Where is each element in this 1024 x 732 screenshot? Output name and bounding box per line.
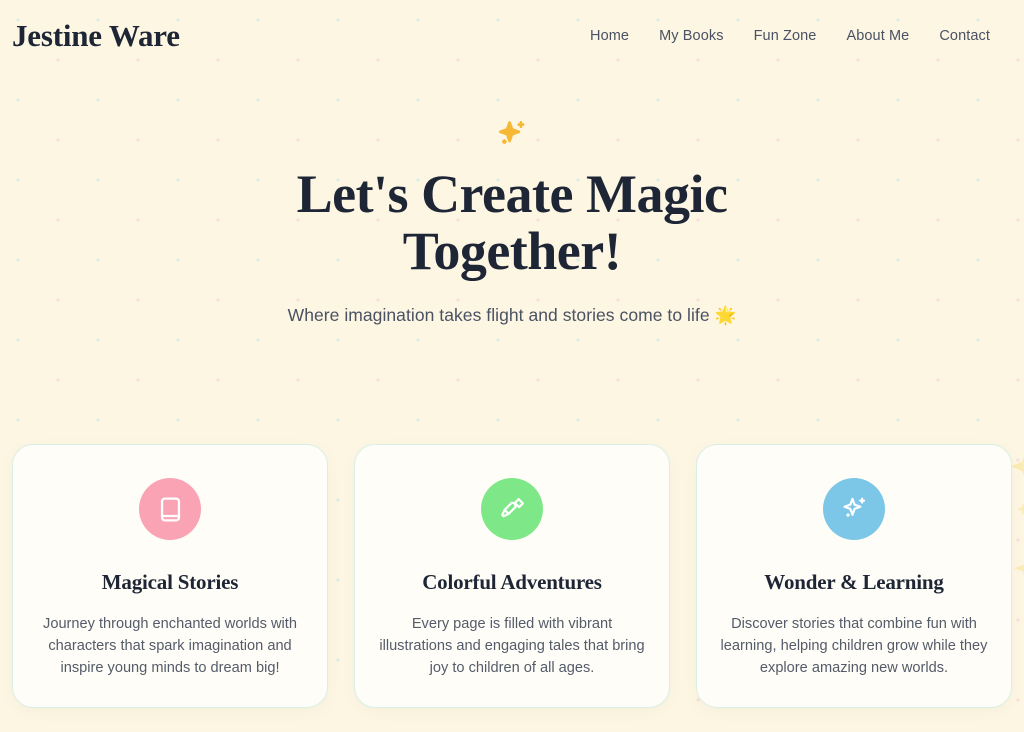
main-navigation: Home My Books Fun Zone About Me Contact <box>590 28 990 44</box>
card-title: Magical Stories <box>101 570 239 594</box>
book-icon <box>139 478 201 540</box>
paintbrush-icon <box>481 478 543 540</box>
hero-subtitle: Where imagination takes flight and stori… <box>287 305 737 326</box>
card-description: Discover stories that combine fun with l… <box>720 616 988 677</box>
page-root: Jestine Ware Home My Books Fun Zone Abou… <box>0 0 1024 732</box>
hero-title: Let's Create Magic Together! <box>202 164 822 282</box>
hero-sparkles-icon <box>0 118 1024 152</box>
feature-card-wonder-learning[interactable]: Wonder & Learning Discover stories that … <box>696 444 1012 708</box>
nav-item-fun-zone[interactable]: Fun Zone <box>754 28 817 44</box>
card-title: Colorful Adventures <box>422 570 602 594</box>
nav-item-about-me[interactable]: About Me <box>846 28 909 44</box>
nav-item-my-books[interactable]: My Books <box>659 28 723 44</box>
site-header: Jestine Ware Home My Books Fun Zone Abou… <box>0 0 1024 72</box>
sparkles-icon <box>823 478 885 540</box>
feature-card-magical-stories[interactable]: Magical Stories Journey through enchante… <box>12 444 328 708</box>
feature-card-colorful-adventures[interactable]: Colorful Adventures Every page is filled… <box>354 444 670 708</box>
brand-logo[interactable]: Jestine Ware <box>12 18 180 54</box>
card-title: Wonder & Learning <box>764 570 944 594</box>
nav-item-contact[interactable]: Contact <box>939 28 990 44</box>
feature-cards: Magical Stories Journey through enchante… <box>0 444 1024 708</box>
card-description: Every page is filled with vibrant illust… <box>379 616 645 677</box>
hero-title-line-1: Let's Create Magic <box>296 164 728 224</box>
hero-section: Let's Create Magic Together! Where imagi… <box>0 72 1024 326</box>
nav-item-home[interactable]: Home <box>590 28 629 44</box>
card-description: Journey through enchanted worlds with ch… <box>43 616 297 677</box>
hero-title-line-2: Together! <box>402 221 622 282</box>
